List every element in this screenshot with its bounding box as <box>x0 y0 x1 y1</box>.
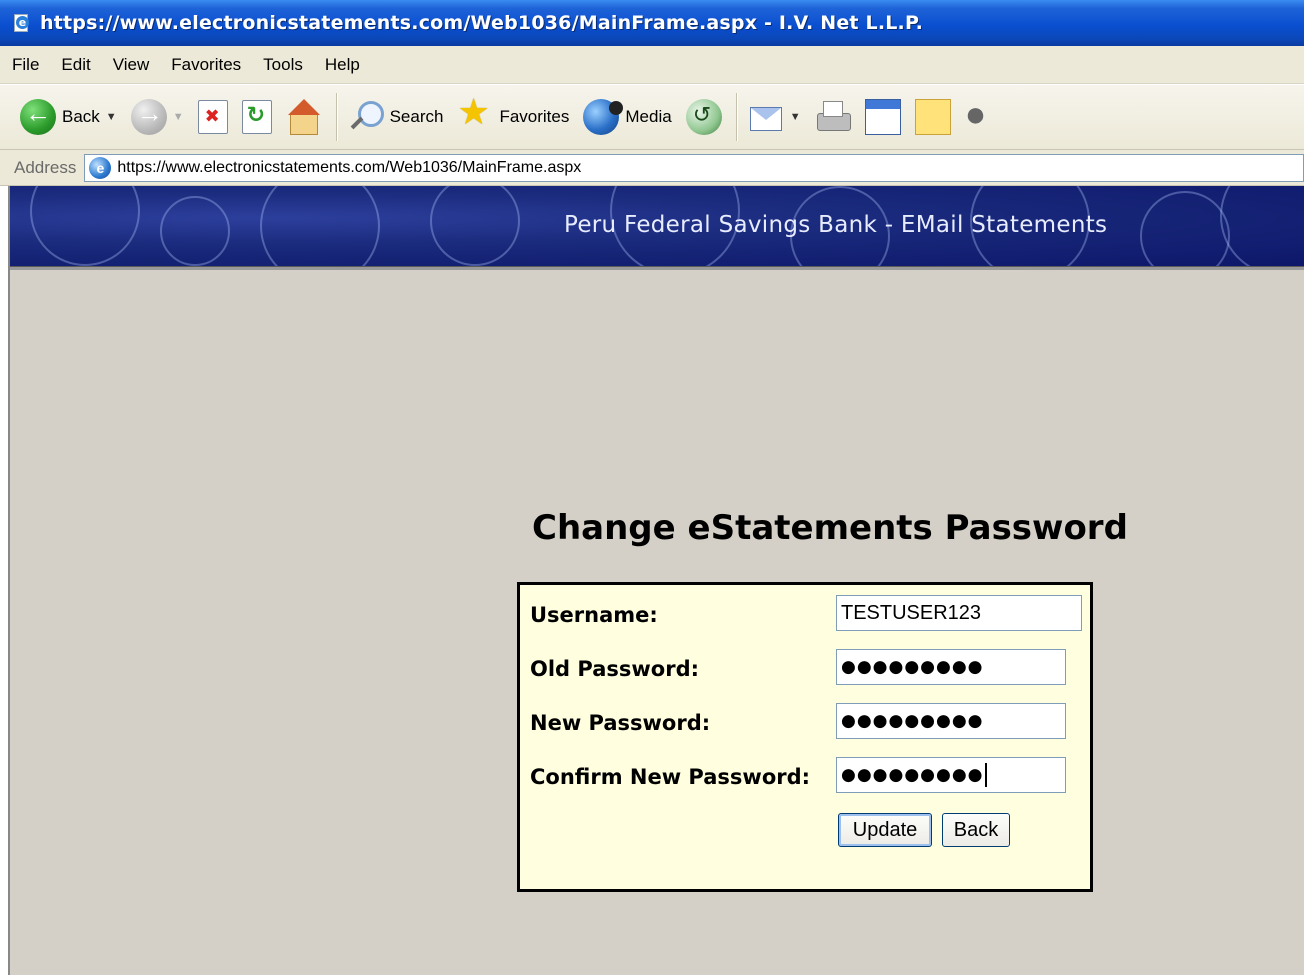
banner-bubble-decoration <box>30 186 140 266</box>
print-button[interactable] <box>815 92 851 142</box>
forward-arrow-icon <box>130 98 167 135</box>
username-value: TESTUSER123 <box>841 601 982 624</box>
confirm-password-row: Confirm New Password: <box>530 759 810 795</box>
stop-button[interactable] <box>197 92 228 142</box>
old-password-field[interactable]: ●●●●●●●●● <box>836 649 1066 685</box>
menu-file[interactable]: File <box>12 55 39 75</box>
favorites-button-label: Favorites <box>499 107 570 126</box>
menu-help[interactable]: Help <box>325 55 360 75</box>
page-icon: e <box>89 156 112 179</box>
new-password-field[interactable]: ●●●●●●●●● <box>836 703 1066 739</box>
sticky-note-icon <box>914 99 951 135</box>
site-banner: Peru Federal Savings Bank - EMail Statem… <box>10 186 1304 266</box>
banner-divider <box>10 266 1304 270</box>
menu-view[interactable]: View <box>113 55 150 75</box>
address-label: Address <box>14 157 77 177</box>
banner-bubble-decoration <box>1220 186 1304 266</box>
text-caret <box>984 763 987 787</box>
refresh-button[interactable] <box>241 92 272 142</box>
back-dropdown-icon[interactable]: ▼ <box>106 111 117 123</box>
standard-toolbar: Back ▼ ▼ Search Favorites Media ▼ <box>0 84 1304 150</box>
back-button[interactable]: Back ▼ <box>20 92 117 142</box>
address-bar: Address e https://www.electronicstatemen… <box>0 150 1304 186</box>
media-button[interactable]: Media <box>583 92 672 142</box>
update-button[interactable]: Update <box>838 813 932 847</box>
refresh-icon <box>241 100 272 134</box>
window-title: https://www.electronicstatements.com/Web… <box>40 12 924 34</box>
banner-bubble-decoration <box>430 186 520 266</box>
mail-icon <box>748 99 784 135</box>
page-viewport: Peru Federal Savings Bank - EMail Statem… <box>8 186 1304 975</box>
toolbar-separator <box>735 93 738 141</box>
edit-page-icon <box>864 99 901 135</box>
printer-icon <box>815 99 851 135</box>
history-icon <box>685 99 722 135</box>
internet-explorer-icon: e <box>12 13 32 33</box>
old-password-value: ●●●●●●●●● <box>841 657 984 677</box>
old-password-label: Old Password: <box>530 657 700 681</box>
toolbar-separator <box>335 93 338 141</box>
mail-button[interactable]: ▼ <box>748 92 801 142</box>
banner-bubble-decoration <box>160 196 230 266</box>
menu-bar: File Edit View Favorites Tools Help <box>0 46 1304 84</box>
edit-button[interactable] <box>864 92 901 142</box>
old-password-row: Old Password: <box>530 651 699 687</box>
window-titlebar: e https://www.electronicstatements.com/W… <box>0 0 1304 46</box>
forward-dropdown-icon[interactable]: ▼ <box>173 111 184 123</box>
media-button-label: Media <box>625 107 672 126</box>
change-password-form: Username: TESTUSER123 Old Password: ●●●●… <box>517 582 1093 892</box>
stop-icon <box>197 100 228 134</box>
notes-button[interactable] <box>914 92 951 142</box>
back-button-label: Back <box>62 107 100 126</box>
search-button-label: Search <box>389 107 444 126</box>
banner-bubble-decoration <box>1140 191 1230 266</box>
username-row: Username: <box>530 597 658 633</box>
messenger-icon <box>965 93 1001 135</box>
mail-dropdown-icon[interactable]: ▼ <box>790 111 801 123</box>
new-password-value: ●●●●●●●●● <box>841 711 984 731</box>
forward-button[interactable]: ▼ <box>130 92 184 142</box>
new-password-row: New Password: <box>530 705 710 741</box>
back-form-button[interactable]: Back <box>942 813 1010 847</box>
messenger-button[interactable] <box>965 92 1001 142</box>
username-label: Username: <box>530 603 658 627</box>
address-url[interactable]: https://www.electronicstatements.com/Web… <box>117 159 581 177</box>
media-icon <box>583 99 624 135</box>
history-button[interactable] <box>685 92 722 142</box>
favorites-button[interactable]: Favorites <box>457 91 570 142</box>
new-password-label: New Password: <box>530 711 711 735</box>
confirm-password-field[interactable]: ●●●●●●●●● <box>836 757 1066 793</box>
home-icon <box>286 99 322 135</box>
search-button[interactable]: Search <box>348 92 444 142</box>
menu-tools[interactable]: Tools <box>263 55 303 75</box>
favorites-star-icon <box>457 91 493 135</box>
back-arrow-icon <box>20 98 56 135</box>
confirm-password-value: ●●●●●●●●● <box>841 765 984 785</box>
page-title: Change eStatements Password <box>532 508 1128 548</box>
username-field[interactable]: TESTUSER123 <box>836 595 1082 631</box>
banner-title: Peru Federal Savings Bank - EMail Statem… <box>564 212 1108 238</box>
search-icon <box>348 99 384 135</box>
menu-edit[interactable]: Edit <box>61 55 90 75</box>
address-input[interactable]: e https://www.electronicstatements.com/W… <box>84 153 1304 182</box>
home-button[interactable] <box>286 92 322 142</box>
banner-bubble-decoration <box>260 186 380 266</box>
menu-favorites[interactable]: Favorites <box>171 55 241 75</box>
confirm-password-label: Confirm New Password: <box>530 765 811 789</box>
